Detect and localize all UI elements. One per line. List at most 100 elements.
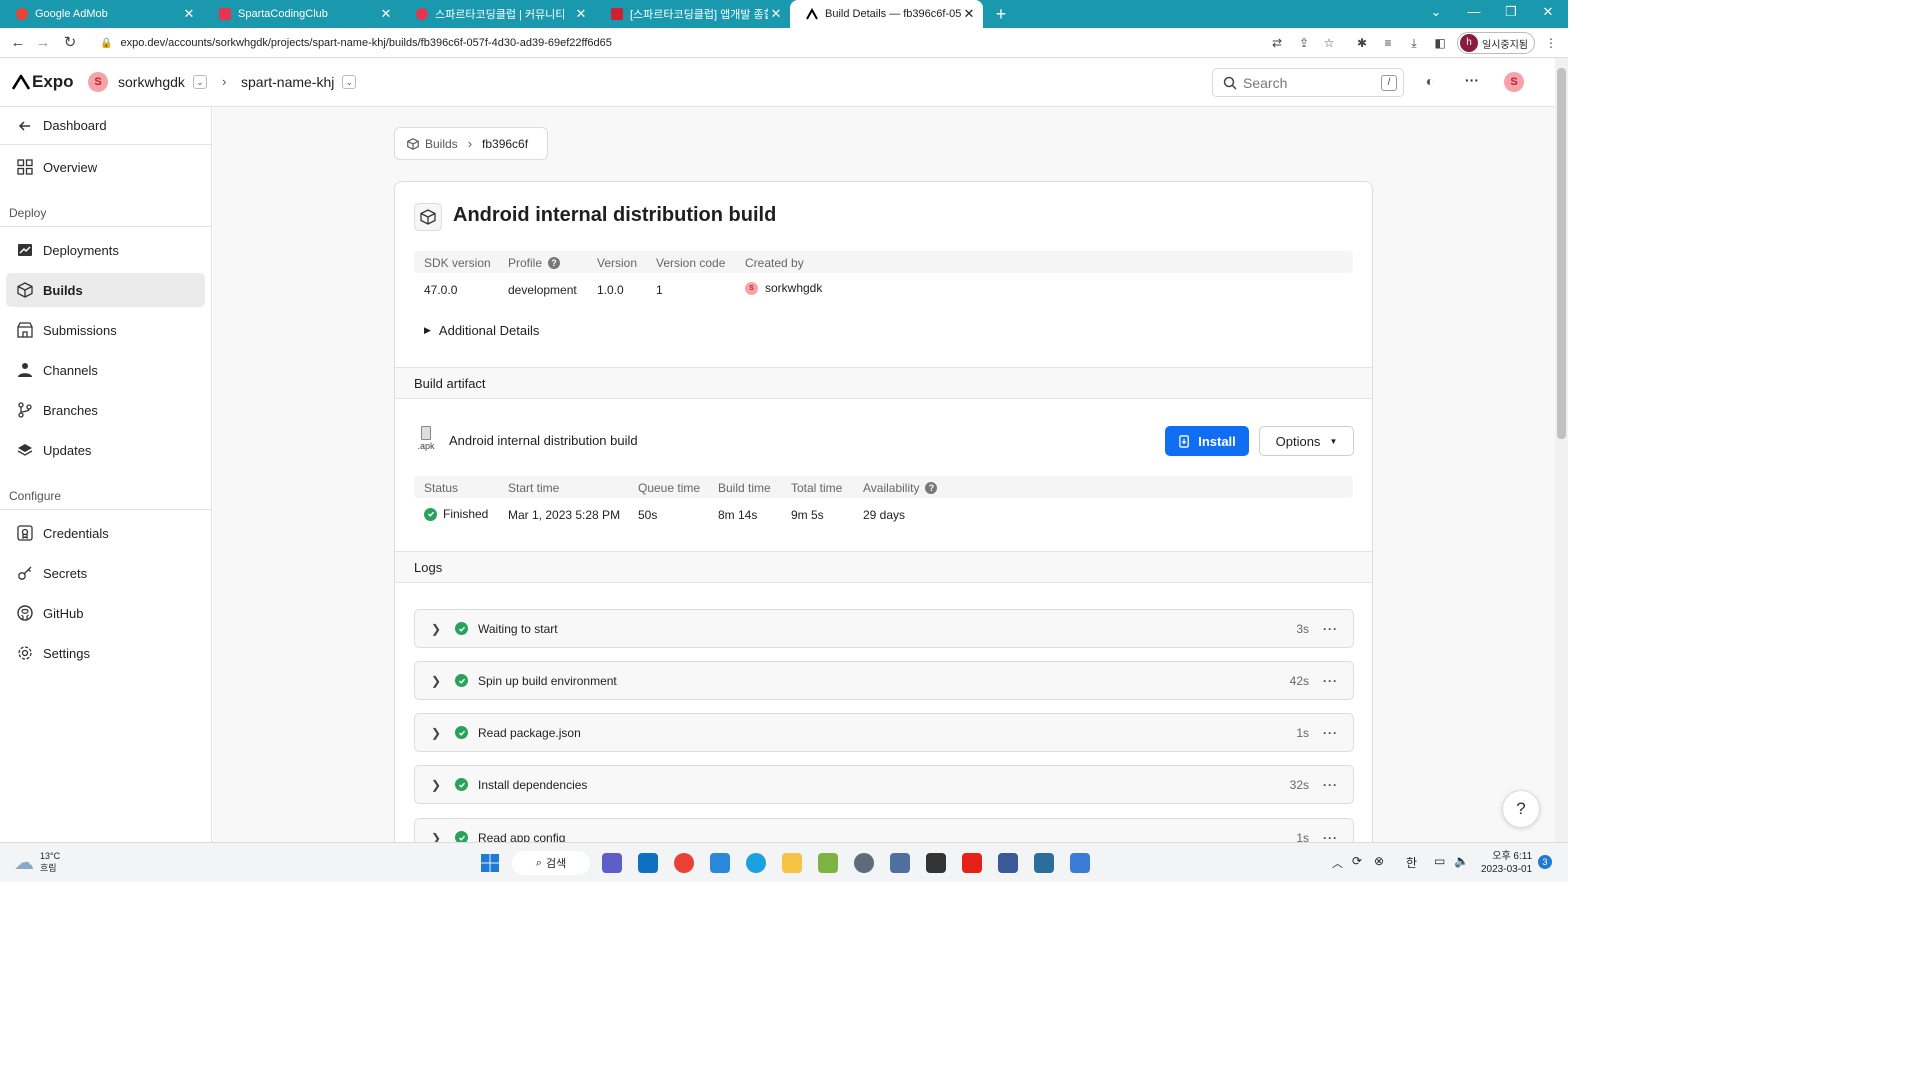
close-tab-icon[interactable]: ✕ <box>961 6 977 22</box>
youtube-icon[interactable] <box>962 853 982 873</box>
address-bar[interactable]: 🔒 expo.dev/accounts/sorkwhgdk/projects/s… <box>90 31 1270 55</box>
side-panel-icon[interactable]: ◧ <box>1432 35 1448 51</box>
taskbar-search[interactable]: ⌕ 검색 <box>512 851 590 875</box>
sync-icon[interactable]: ⟳ <box>1352 854 1362 868</box>
file-explorer-icon[interactable] <box>782 853 802 873</box>
browser-tab[interactable]: [스파르타코딩클럽] 앱개발 종합 ✕ <box>595 0 790 28</box>
chevron-right-icon[interactable]: ❯ <box>431 674 445 688</box>
reading-list-icon[interactable]: ≡ <box>1380 35 1396 51</box>
tab-search-icon[interactable]: ⌄ <box>1424 4 1448 20</box>
log-step-row[interactable]: ❯ Read package.json 1s ··· <box>414 713 1354 752</box>
close-tab-icon[interactable]: ✕ <box>768 6 784 22</box>
user-avatar-initial: S <box>1504 72 1524 92</box>
app-icon[interactable] <box>926 853 946 873</box>
windows-start-icon[interactable] <box>480 853 500 873</box>
notepad-icon[interactable] <box>1070 853 1090 873</box>
browser-tab[interactable]: Google AdMob ✕ <box>0 0 203 28</box>
desktop-icon[interactable] <box>710 853 730 873</box>
close-circle-icon[interactable]: ⊗ <box>1374 854 1384 868</box>
extensions-icon[interactable]: ✱ <box>1354 35 1370 51</box>
browser-menu-icon[interactable]: ⋮ <box>1543 35 1559 51</box>
sidebar-item-channels[interactable]: Channels <box>6 353 205 387</box>
close-tab-icon[interactable]: ✕ <box>378 6 394 22</box>
reload-icon[interactable]: ↻ <box>60 33 80 53</box>
chrome-icon[interactable] <box>674 853 694 873</box>
volume-icon[interactable]: 🔈 <box>1454 854 1469 868</box>
help-icon[interactable]: ? <box>548 257 561 269</box>
weather-widget[interactable]: ☁ 13°C 흐림 <box>14 850 60 875</box>
sidebar-back-dashboard[interactable]: Dashboard <box>6 107 205 144</box>
back-icon[interactable]: ← <box>8 33 28 53</box>
chevron-right-icon[interactable]: ❯ <box>431 726 445 740</box>
options-dropdown-button[interactable]: Options ▼ <box>1259 426 1354 456</box>
new-tab-button[interactable]: + <box>990 4 1012 25</box>
sidebar-item-deployments[interactable]: Deployments <box>6 233 205 267</box>
forward-icon[interactable]: → <box>33 33 53 53</box>
browser-tab-active[interactable]: Build Details — fb396c6f-057f-4 ✕ <box>790 0 983 28</box>
chevron-down-icon[interactable]: ⌄ <box>342 75 357 89</box>
log-step-row[interactable]: ❯ Waiting to start 3s ··· <box>414 609 1354 648</box>
close-window-icon[interactable]: ✕ <box>1536 4 1560 20</box>
user-avatar[interactable]: S <box>1504 72 1524 92</box>
log-step-row[interactable]: ❯ Read app config 1s ··· <box>414 818 1354 842</box>
additional-details-toggle[interactable]: ▶ Additional Details <box>424 323 539 338</box>
minimize-icon[interactable]: — <box>1462 4 1486 19</box>
ime-indicator[interactable]: 한 <box>1406 854 1417 871</box>
start-time-value: Mar 1, 2023 5:28 PM <box>508 508 621 522</box>
sidebar-item-submissions[interactable]: Submissions <box>6 313 205 347</box>
search-box[interactable]: Search / <box>1212 68 1404 97</box>
vscode-icon[interactable] <box>638 853 658 873</box>
app-icon[interactable] <box>998 853 1018 873</box>
breadcrumb-builds-link[interactable]: Builds <box>425 137 458 151</box>
account-switcher[interactable]: S sorkwhgdk ⌄ <box>88 72 207 92</box>
more-options-icon[interactable]: ··· <box>1323 726 1353 740</box>
help-button[interactable]: ? <box>1502 790 1540 828</box>
sidebar-item-settings[interactable]: Settings <box>6 636 205 670</box>
sidebar-item-updates[interactable]: Updates <box>6 433 205 467</box>
app-icon[interactable] <box>818 853 838 873</box>
share-icon[interactable]: ⇪ <box>1296 35 1312 51</box>
created-by-value[interactable]: S sorkwhgdk <box>745 281 822 295</box>
download-icon[interactable]: ⤓ <box>1406 35 1422 51</box>
sidebar-item-builds[interactable]: Builds <box>6 273 205 307</box>
log-step-row[interactable]: ❯ Spin up build environment 42s ··· <box>414 661 1354 700</box>
install-button[interactable]: Install <box>1165 426 1249 456</box>
more-options-icon[interactable]: ··· <box>1462 72 1482 92</box>
clock[interactable]: 오후 6:11 2023-03-01 <box>1481 850 1532 876</box>
chevron-right-icon[interactable]: ❯ <box>431 778 445 792</box>
more-options-icon[interactable]: ··· <box>1323 831 1353 843</box>
expo-logo[interactable]: Expo <box>12 72 74 92</box>
sidebar-item-github[interactable]: GitHub <box>6 596 205 630</box>
restore-icon[interactable]: ❐ <box>1499 4 1523 20</box>
sidebar-item-credentials[interactable]: Credentials <box>6 516 205 550</box>
chevron-up-icon[interactable]: ︿ <box>1332 855 1343 871</box>
sidebar-item-overview[interactable]: Overview <box>6 150 205 184</box>
sidebar-item-secrets[interactable]: Secrets <box>6 556 205 590</box>
translate-icon[interactable]: ⇄ <box>1269 35 1285 51</box>
chevron-right-icon[interactable]: ❯ <box>431 831 445 843</box>
project-switcher[interactable]: spart-name-khj ⌄ <box>241 72 357 92</box>
profile-button[interactable]: h 일시중지됨 <box>1457 32 1535 54</box>
browser-tab[interactable]: SpartaCodingClub ✕ <box>203 0 400 28</box>
settings-app-icon[interactable] <box>854 853 874 873</box>
browser-tab[interactable]: 스파르타코딩클럽 | 커뮤니티 ✕ <box>400 0 595 28</box>
more-options-icon[interactable]: ··· <box>1323 622 1353 636</box>
more-options-icon[interactable]: ··· <box>1323 674 1353 688</box>
app-icon[interactable] <box>890 853 910 873</box>
app-icon[interactable] <box>1034 853 1054 873</box>
sidebar-item-branches[interactable]: Branches <box>6 393 205 427</box>
help-icon[interactable]: ? <box>925 482 938 494</box>
chevron-down-icon[interactable]: ⌄ <box>192 75 207 89</box>
scrollbar-thumb[interactable] <box>1557 68 1566 439</box>
notification-badge[interactable]: 3 <box>1538 855 1552 869</box>
edge-icon[interactable] <box>746 853 766 873</box>
log-step-row[interactable]: ❯ Install dependencies 32s ··· <box>414 765 1354 804</box>
close-tab-icon[interactable]: ✕ <box>573 6 589 22</box>
close-tab-icon[interactable]: ✕ <box>181 6 197 22</box>
bookmark-star-icon[interactable]: ☆ <box>1321 35 1337 51</box>
network-icon[interactable]: ▭ <box>1434 854 1445 868</box>
more-options-icon[interactable]: ··· <box>1323 778 1353 792</box>
theme-toggle-icon[interactable]: ◐ <box>1420 73 1440 93</box>
teams-icon[interactable] <box>602 853 622 873</box>
chevron-right-icon[interactable]: ❯ <box>431 622 445 636</box>
